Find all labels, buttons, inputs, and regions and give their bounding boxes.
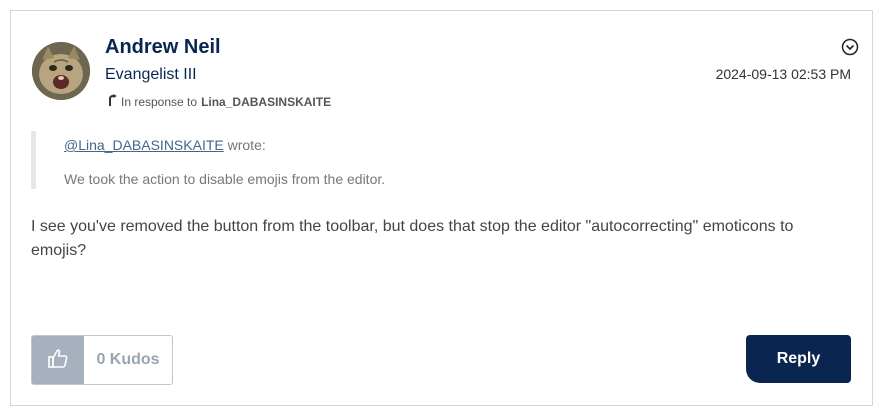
author-rank: Evangelist III [105, 66, 197, 83]
avatar[interactable] [32, 42, 90, 100]
in-response-prefix: In response to [121, 94, 198, 109]
reply-arrow-icon [107, 94, 117, 109]
author-name[interactable]: Andrew Neil [105, 36, 221, 59]
post-body: I see you've removed the button from the… [31, 218, 794, 259]
forum-post-card: Andrew Neil Evangelist III In response t… [10, 10, 873, 406]
reply-button[interactable]: Reply [746, 335, 851, 383]
in-response-target-link[interactable]: Lina_DABASINSKAITE [201, 95, 331, 109]
quote-wrote-label: wrote: [223, 137, 266, 153]
chevron-circle-down-icon[interactable] [841, 38, 859, 56]
kudos-count: 0 Kudos [96, 351, 160, 368]
quote-text: We took the action to disable emojis fro… [64, 171, 386, 187]
quote-block: @Lina_DABASINSKAITE wrote: We took the a… [31, 131, 431, 189]
post-timestamp: 2024-09-13 02:53 PM [715, 66, 851, 82]
quote-mention-link[interactable]: @Lina_DABASINSKAITE [64, 137, 224, 153]
quote-header: @Lina_DABASINSKAITE wrote: [64, 137, 266, 153]
thumbs-up-icon [47, 347, 69, 374]
kudo-button[interactable] [32, 336, 84, 384]
kudos-widget: 0 Kudos [31, 335, 173, 385]
in-response-to: In response to Lina_DABASINSKAITE [107, 94, 331, 109]
